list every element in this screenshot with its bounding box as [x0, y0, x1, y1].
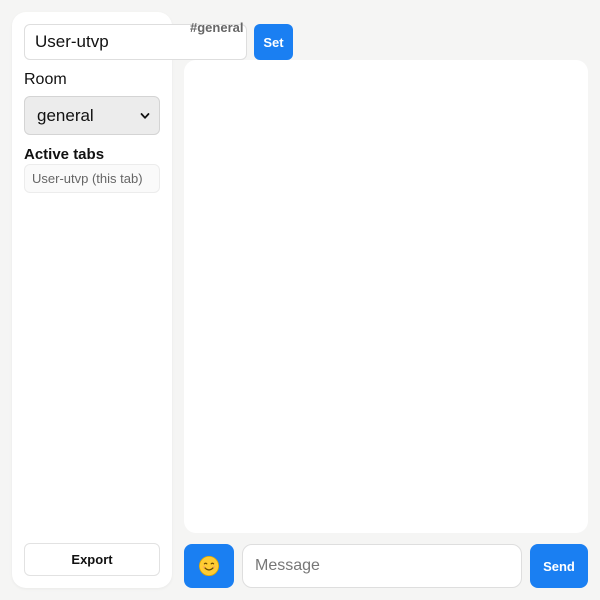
active-tab-item: User-utvp (this tab)	[24, 164, 160, 193]
channel-title: #general	[190, 20, 244, 35]
room-label: Room	[24, 71, 67, 88]
emoji-button[interactable]	[184, 544, 234, 588]
room-select[interactable]: general	[24, 96, 160, 135]
room-select-value: general	[37, 105, 94, 125]
export-button[interactable]: Export	[24, 543, 160, 576]
send-button[interactable]: Send	[530, 544, 588, 588]
chevron-down-icon	[140, 112, 150, 119]
message-list	[184, 60, 588, 533]
active-tabs-title: Active tabs	[24, 146, 105, 163]
message-input[interactable]	[242, 544, 522, 588]
set-name-button[interactable]: Set	[254, 24, 293, 60]
smiling-face-icon	[199, 556, 219, 576]
